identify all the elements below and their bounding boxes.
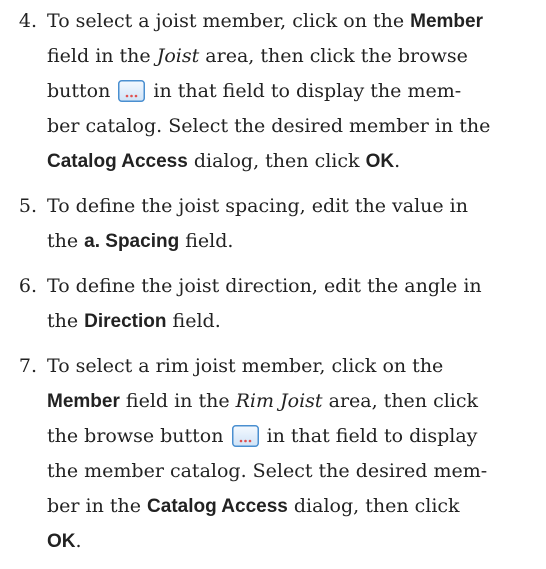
instruction-list: 4. To select a joist member, click on th… <box>0 4 546 569</box>
step-5: 5. To define the joist spacing, edit the… <box>0 189 546 259</box>
step-line: To select a joist member, click on the M… <box>47 10 483 32</box>
step-line: the browse button in that field to displ… <box>47 425 478 447</box>
step-6: 6. To define the joist direction, edit t… <box>0 269 546 339</box>
step-number: 6. <box>18 275 37 297</box>
step-line: To select a rim joist member, click on t… <box>47 355 444 377</box>
step-line: the a. Spacing field. <box>47 230 234 252</box>
step-line: To define the joist spacing, edit the va… <box>47 195 468 217</box>
step-7: 7. To select a rim joist member, click o… <box>0 349 546 559</box>
step-line: ber catalog. Select the desired member i… <box>47 115 491 137</box>
member-term: Member <box>47 391 120 412</box>
step-number: 7. <box>18 355 37 377</box>
ok-term: OK <box>47 531 76 552</box>
step-4: 4. To select a joist member, click on th… <box>0 4 546 179</box>
catalog-access-term: Catalog Access <box>47 151 188 172</box>
joist-term: Joist <box>156 45 200 67</box>
spacing-term: a. Spacing <box>84 231 180 252</box>
step-line: To define the joist direction, edit the … <box>47 275 482 297</box>
step-line: Member field in the Rim Joist area, then… <box>47 390 479 412</box>
browse-button-icon <box>118 80 146 102</box>
step-number: 5. <box>18 195 37 217</box>
step-line: OK. <box>47 530 82 552</box>
step-line: ber in the Catalog Access dialog, then c… <box>47 495 460 517</box>
step-line: button in that field to display the mem- <box>47 80 462 102</box>
member-term: Member <box>410 11 483 32</box>
step-line: the member catalog. Select the desired m… <box>47 460 488 482</box>
catalog-access-term: Catalog Access <box>147 496 288 517</box>
rim-joist-term: Rim Joist <box>235 390 323 412</box>
browse-button-icon <box>231 425 259 447</box>
step-number: 4. <box>18 10 37 32</box>
step-line: field in the Joist area, then click the … <box>47 45 468 67</box>
step-line: Catalog Access dialog, then click OK. <box>47 150 401 172</box>
step-line: the Direction field. <box>47 310 221 332</box>
direction-term: Direction <box>84 311 167 332</box>
ok-term: OK <box>365 151 395 172</box>
